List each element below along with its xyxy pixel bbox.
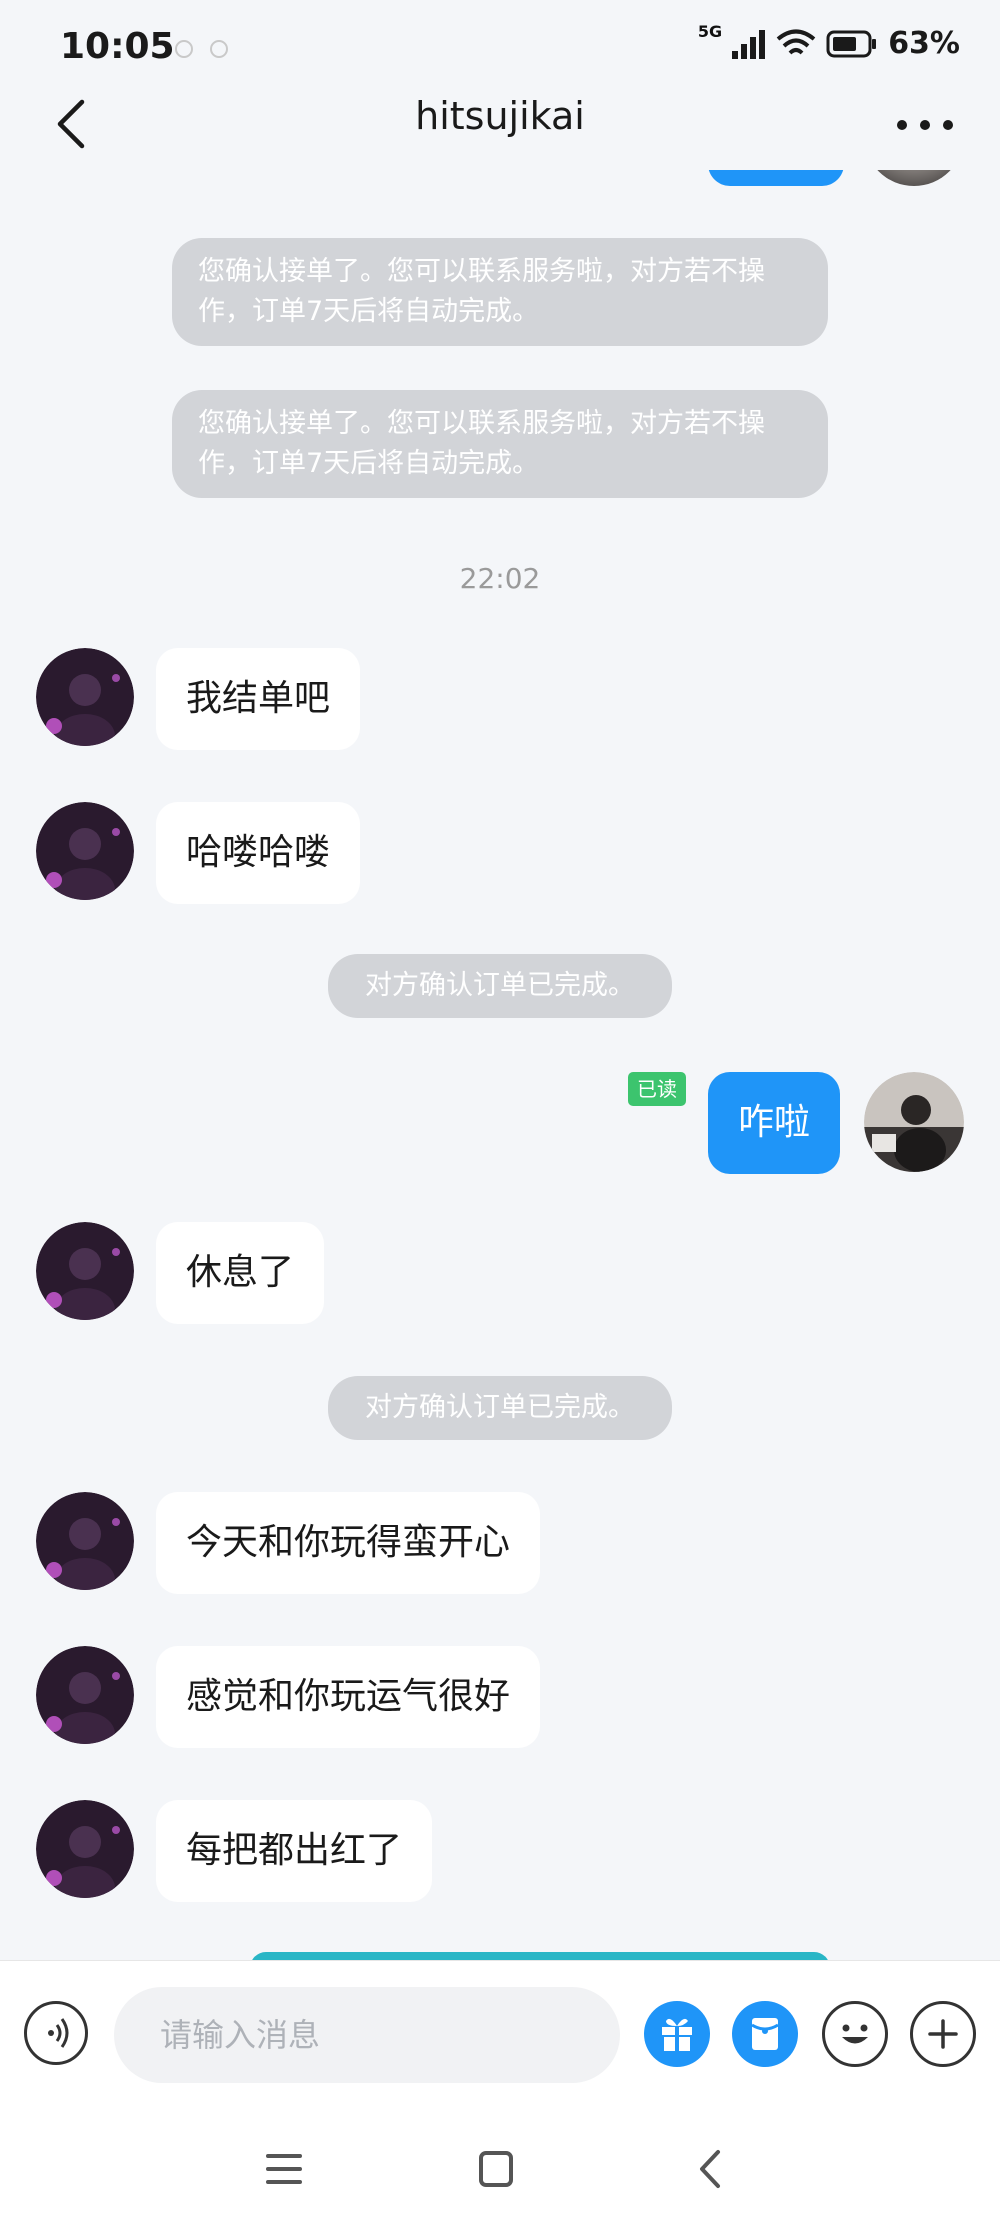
- chat-header: hitsujikai: [0, 80, 1000, 170]
- emoji-button[interactable]: [822, 2001, 888, 2067]
- plus-icon: [928, 2019, 958, 2049]
- read-status-badge: 已读: [628, 1072, 686, 1106]
- signal-icon: [732, 29, 766, 59]
- contact-avatar[interactable]: [36, 1222, 134, 1320]
- chat-title: hitsujikai: [415, 94, 585, 138]
- status-time: 10:05: [60, 26, 175, 67]
- back-nav-button[interactable]: [680, 2144, 740, 2194]
- user-avatar-image: [864, 1072, 964, 1172]
- menu-nav-button[interactable]: [254, 2144, 314, 2194]
- received-message[interactable]: 我结单吧: [156, 648, 361, 750]
- voice-icon: [48, 2018, 69, 2048]
- user-avatar[interactable]: [864, 1072, 964, 1172]
- chevron-left-icon: [700, 2150, 720, 2188]
- more-dots-icon: [897, 120, 953, 130]
- red-packet-button[interactable]: [732, 2001, 798, 2067]
- smiley-icon: [842, 2024, 868, 2044]
- menu-icon: [266, 2154, 302, 2184]
- contact-avatar-image: [36, 1222, 134, 1320]
- contact-avatar[interactable]: [36, 1800, 134, 1898]
- home-nav-button[interactable]: [466, 2144, 526, 2194]
- system-message: 对方确认订单已完成。: [328, 954, 672, 1018]
- contact-avatar[interactable]: [36, 1492, 134, 1590]
- battery-icon: [826, 30, 877, 57]
- notification-dot-icon: [175, 40, 193, 58]
- battery-level: 63%: [888, 26, 960, 61]
- received-message[interactable]: 每把都出红了: [156, 1800, 433, 1902]
- received-message[interactable]: 感觉和你玩运气很好: [156, 1646, 541, 1748]
- received-message[interactable]: 哈喽哈喽: [156, 802, 361, 904]
- received-message[interactable]: 休息了: [156, 1222, 325, 1324]
- contact-avatar-image: [36, 802, 134, 900]
- notification-dot-icon: [210, 40, 229, 58]
- system-message: 您确认接单了。您可以联系服务啦，对方若不操作，订单7天后将自动完成。: [172, 390, 828, 498]
- status-bar: 10:05 5G 63%: [0, 0, 1000, 80]
- message-input-bar: [0, 1960, 1000, 2111]
- received-message[interactable]: 今天和你玩得蛮开心: [156, 1492, 541, 1594]
- chat-messages[interactable]: 您确认接单了。您可以联系服务啦，对方若不操作，订单7天后将自动完成。 您确认接单…: [0, 170, 1000, 1960]
- more-options-button[interactable]: [890, 100, 960, 150]
- system-message: 您确认接单了。您可以联系服务啦，对方若不操作，订单7天后将自动完成。: [172, 238, 828, 346]
- contact-avatar-image: [36, 1646, 134, 1744]
- partial-sent-bubble: [708, 170, 844, 186]
- partial-user-avatar: [864, 170, 964, 186]
- partial-message-hint: [250, 1952, 830, 1960]
- contact-avatar-image: [36, 1492, 134, 1590]
- add-attachment-button[interactable]: [910, 2001, 976, 2067]
- message-timestamp: 22:02: [459, 562, 541, 595]
- red-packet-icon: [751, 2018, 779, 2050]
- contact-avatar[interactable]: [36, 648, 134, 746]
- system-nav-bar: [0, 2110, 1000, 2223]
- sent-message[interactable]: 咋啦: [708, 1072, 841, 1174]
- square-icon: [479, 2151, 513, 2187]
- wifi-icon: [776, 29, 816, 54]
- gift-button[interactable]: [644, 2001, 710, 2067]
- system-message: 对方确认订单已完成。: [328, 1376, 672, 1440]
- contact-avatar-image: [36, 648, 134, 746]
- message-input[interactable]: [114, 1987, 620, 2083]
- contact-avatar[interactable]: [36, 802, 134, 900]
- status-indicators: 5G 63%: [698, 22, 960, 61]
- network-label: 5G: [697, 22, 723, 41]
- voice-input-button[interactable]: [24, 2001, 88, 2065]
- gift-icon: [662, 2018, 692, 2051]
- contact-avatar[interactable]: [36, 1646, 134, 1744]
- contact-avatar-image: [36, 1800, 134, 1898]
- notification-icons: [175, 40, 240, 62]
